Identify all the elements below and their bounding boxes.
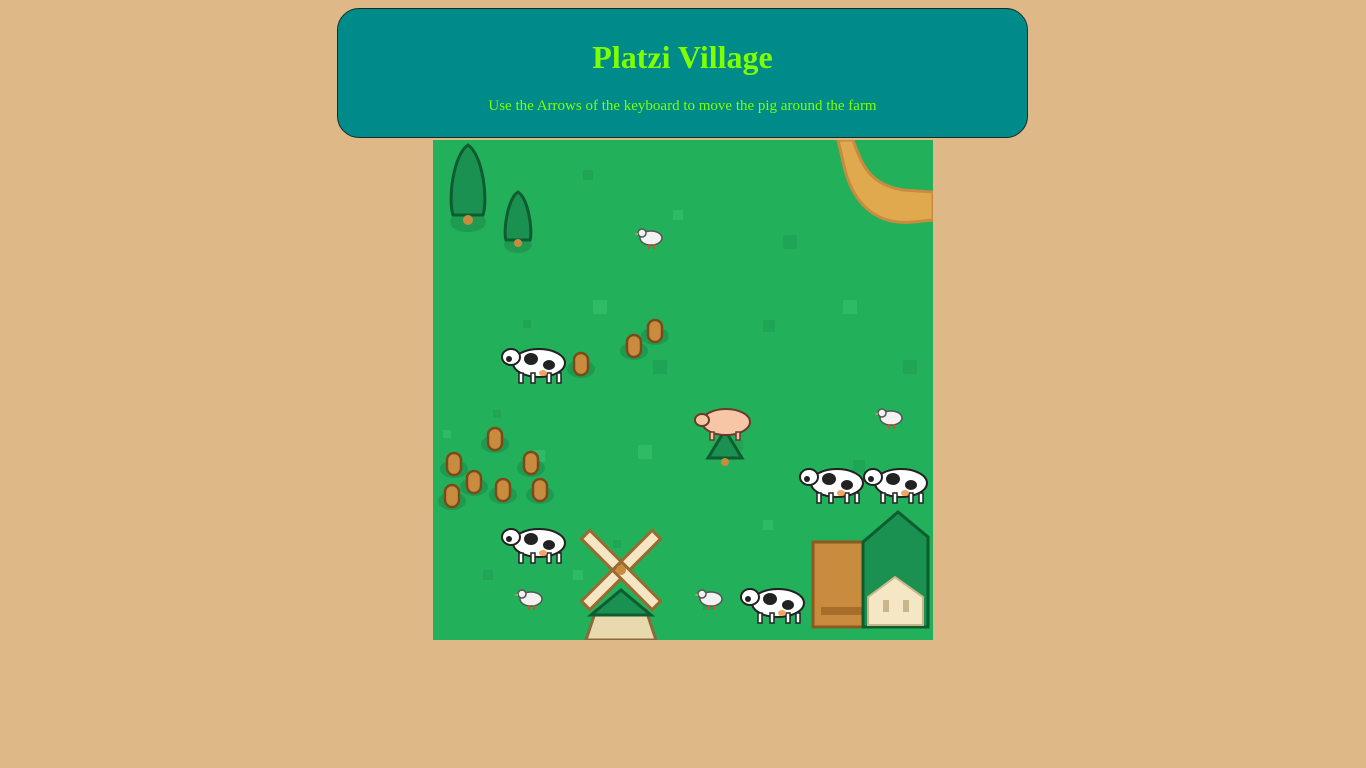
page-title: Platzi Village (592, 39, 773, 75)
cow-icon (501, 528, 566, 564)
chicken-icon (513, 589, 543, 611)
tall-tree-icon (449, 143, 487, 232)
cow-icon (799, 468, 864, 504)
cow-icon (740, 588, 805, 624)
stump-icon (565, 351, 597, 380)
instructions-text: Use the Arrows of the keyboard to move t… (488, 98, 877, 114)
cow-icon (501, 348, 566, 384)
chicken-icon (873, 408, 903, 430)
stump-icon (438, 451, 470, 480)
chicken-icon (633, 228, 663, 250)
pig-icon[interactable] (694, 408, 751, 441)
chicken-icon (693, 589, 723, 611)
farm-canvas[interactable] (433, 140, 933, 640)
stump-icon (487, 477, 519, 506)
stump-icon (524, 477, 556, 506)
cow-icon (863, 468, 928, 504)
header-panel: Platzi Village Use the Arrows of the key… (337, 8, 1028, 138)
barn-icon (811, 510, 930, 629)
stump-icon (479, 426, 511, 455)
small-tree-icon (503, 190, 533, 253)
stump-icon (639, 318, 671, 347)
